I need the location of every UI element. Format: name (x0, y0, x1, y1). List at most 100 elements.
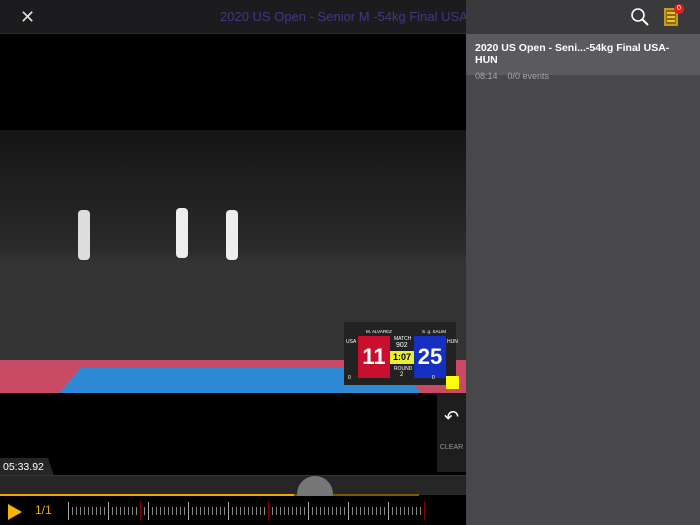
timeline-tick (352, 507, 353, 515)
timeline-tick (276, 507, 277, 515)
timeline-tick (324, 507, 325, 515)
timeline-tick (364, 507, 365, 515)
timeline-tick (160, 507, 161, 515)
timeline-tick (188, 502, 189, 520)
timeline-tick (172, 507, 173, 515)
timeline-tick (424, 502, 425, 520)
play-icon[interactable] (8, 504, 22, 520)
timeline-tick (196, 507, 197, 515)
timeline-tick (340, 507, 341, 515)
timeline-tick (348, 502, 349, 520)
timeline-tick (312, 507, 313, 515)
timeline-tick (224, 507, 225, 515)
timeline-tick (316, 507, 317, 515)
search-icon[interactable] (630, 7, 650, 27)
timeline-tick (396, 507, 397, 515)
timeline-tick (136, 507, 137, 515)
timeline-tick (256, 507, 257, 515)
timeline-tick (392, 507, 393, 515)
timeline-tick (344, 507, 345, 515)
timeline-tick (264, 507, 265, 515)
match-clock: 1:07 (390, 351, 414, 364)
timeline-tick (200, 507, 201, 515)
timeline-tick (120, 507, 121, 515)
scoreboard: M. ALVAREZ S. g. SALIM USA HUN 11 25 MAT… (344, 322, 458, 385)
timeline-tick (232, 507, 233, 515)
timeline-tick (220, 507, 221, 515)
timeline-tick (216, 507, 217, 515)
timeline-tick (184, 507, 185, 515)
timeline-tick (292, 507, 293, 515)
timeline-tick (304, 507, 305, 515)
sidebar: 0 2020 US Open - Seni...-54kg Final USA-… (466, 0, 700, 525)
timeline-tick (412, 507, 413, 515)
timeline-tick (192, 507, 193, 515)
timeline-tick (408, 507, 409, 515)
item-events: 0/0 events (507, 71, 550, 81)
timeline-tick (368, 507, 369, 515)
timeline-tick (372, 507, 373, 515)
timeline-tick (384, 507, 385, 515)
video-player[interactable]: M. ALVAREZ S. g. SALIM USA HUN 11 25 MAT… (0, 35, 466, 393)
scrubber[interactable] (0, 475, 466, 496)
timeline-tick (420, 507, 421, 515)
close-icon[interactable]: ✕ (20, 7, 35, 28)
red-score: 11 (358, 336, 390, 378)
playback-controls: 1/1 (0, 496, 466, 525)
timeline-tick (96, 507, 97, 515)
blue-name: S. g. SALIM (422, 329, 447, 334)
timeline-tick (240, 507, 241, 515)
timeline-tick (236, 507, 237, 515)
timeline-tick (248, 507, 249, 515)
timeline-tick (204, 507, 205, 515)
clear-button[interactable]: ↶ CLEAR (437, 393, 466, 472)
timeline-tick (92, 507, 93, 515)
timestamp: 05:33.92 (0, 458, 54, 476)
undo-icon: ↶ (443, 407, 460, 427)
list-item[interactable]: 2020 US Open - Seni...-54kg Final USA-HU… (466, 34, 700, 81)
timeline-tick (300, 507, 301, 515)
blue-country: HUN (447, 339, 458, 345)
timeline-ticks[interactable] (68, 502, 428, 520)
timeline-tick (336, 507, 337, 515)
timeline-tick (388, 502, 389, 520)
timeline-tick (380, 507, 381, 515)
timeline-tick (228, 502, 229, 520)
timeline-tick (208, 507, 209, 515)
playback-rate[interactable]: 1/1 (35, 503, 52, 517)
timeline-tick (416, 507, 417, 515)
timeline-tick (328, 507, 329, 515)
timeline-tick (272, 507, 273, 515)
timeline-tick (144, 507, 145, 515)
timeline-tick (124, 507, 125, 515)
timeline-tick (116, 507, 117, 515)
timeline-tick (112, 507, 113, 515)
timeline-tick (68, 502, 69, 520)
timeline-tick (128, 507, 129, 515)
red-country: USA (346, 339, 357, 345)
round-number: 2 (400, 372, 404, 378)
timeline-tick (88, 507, 89, 515)
timeline-tick (152, 507, 153, 515)
timeline-tick (80, 507, 81, 515)
timeline-tick (148, 502, 149, 520)
top-bar: ✕ 2020 US Open - Senior M -54kg Final US… (0, 0, 500, 34)
timeline-tick (140, 502, 141, 520)
blue-score: 25 (414, 336, 446, 378)
timeline-tick (404, 507, 405, 515)
timeline-tick (400, 507, 401, 515)
timeline-tick (156, 507, 157, 515)
timeline-tick (176, 507, 177, 515)
timeline-tick (284, 507, 285, 515)
timeline-tick (308, 502, 309, 520)
item-duration: 08:14 (475, 71, 498, 81)
timeline-tick (244, 507, 245, 515)
timeline-tick (332, 507, 333, 515)
match-number: 902 (396, 342, 408, 349)
timeline-tick (260, 507, 261, 515)
timeline-tick (356, 507, 357, 515)
timeline-tick (132, 507, 133, 515)
scrubber-thumb[interactable] (297, 476, 333, 496)
timeline-tick (212, 507, 213, 515)
clear-label: CLEAR (439, 444, 464, 451)
